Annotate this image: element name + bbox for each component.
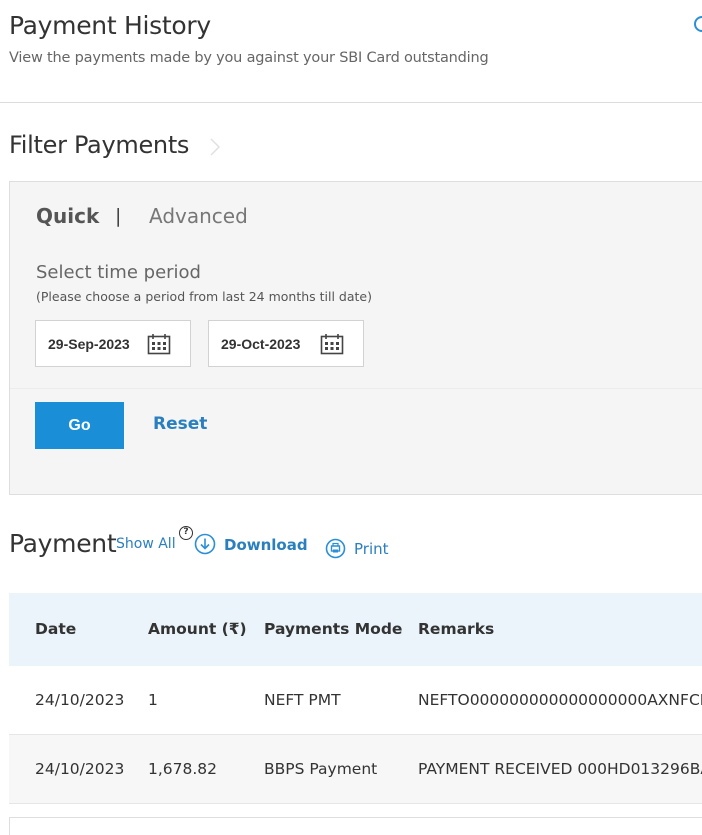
print-link[interactable]: Print [354, 540, 389, 558]
cell-remarks: PAYMENT RECEIVED 000HD013296BAE [418, 760, 702, 778]
tab-advanced[interactable]: Advanced [149, 204, 248, 228]
to-date-value: 29-Oct-2023 [221, 336, 301, 352]
filter-panel: Quick | Advanced Select time period (Ple… [9, 181, 702, 495]
page-subtitle: View the payments made by you against yo… [9, 50, 489, 66]
from-date-value: 29-Sep-2023 [48, 336, 130, 352]
time-period-hint: (Please choose a period from last 24 mon… [36, 289, 372, 304]
filter-payments-title: Filter Payments [9, 131, 190, 159]
go-button[interactable]: Go [35, 402, 124, 449]
table-header: Date Amount (₹) Payments Mode Remarks [9, 593, 702, 666]
cell-date: 24/10/2023 [35, 760, 125, 778]
chevron-right-icon[interactable] [205, 137, 225, 157]
reset-link[interactable]: Reset [153, 414, 207, 434]
calendar-icon[interactable] [320, 333, 344, 355]
column-header-date: Date [35, 620, 77, 638]
page-title: Payment History [9, 11, 211, 40]
column-header-remarks: Remarks [418, 620, 495, 638]
payments-table: Date Amount (₹) Payments Mode Remarks 24… [9, 593, 702, 804]
time-period-label: Select time period [36, 262, 201, 283]
column-header-mode: Payments Mode [264, 620, 403, 638]
cell-mode: NEFT PMT [264, 691, 341, 709]
refresh-icon[interactable] [694, 16, 702, 32]
tab-quick[interactable]: Quick [36, 204, 99, 228]
cell-amount: 1 [148, 691, 158, 709]
cell-mode: BBPS Payment [264, 760, 378, 778]
help-circle-icon[interactable]: ? [179, 526, 193, 540]
tab-separator: | [115, 205, 122, 227]
to-date-field[interactable]: 29-Oct-2023 [208, 320, 364, 367]
show-all-link[interactable]: Show All [116, 536, 176, 552]
panel-divider [10, 388, 702, 389]
column-header-amount: Amount (₹) [148, 620, 247, 638]
download-circle-icon[interactable] [194, 533, 216, 555]
payment-title: Payment [9, 529, 117, 558]
table-row: 24/10/2023 1 NEFT PMT NEFTO0000000000000… [9, 666, 702, 735]
download-link[interactable]: Download [224, 536, 308, 554]
from-date-field[interactable]: 29-Sep-2023 [35, 320, 191, 367]
cell-amount: 1,678.82 [148, 760, 218, 778]
print-circle-icon[interactable] [325, 538, 346, 559]
calendar-icon[interactable] [147, 333, 171, 355]
cell-date: 24/10/2023 [35, 691, 125, 709]
table-row: 24/10/2023 1,678.82 BBPS Payment PAYMENT… [9, 735, 702, 804]
header-divider [0, 102, 702, 103]
next-section-box [9, 817, 702, 835]
cell-remarks: NEFTO000000000000000000AXNFCN0 [418, 691, 702, 709]
